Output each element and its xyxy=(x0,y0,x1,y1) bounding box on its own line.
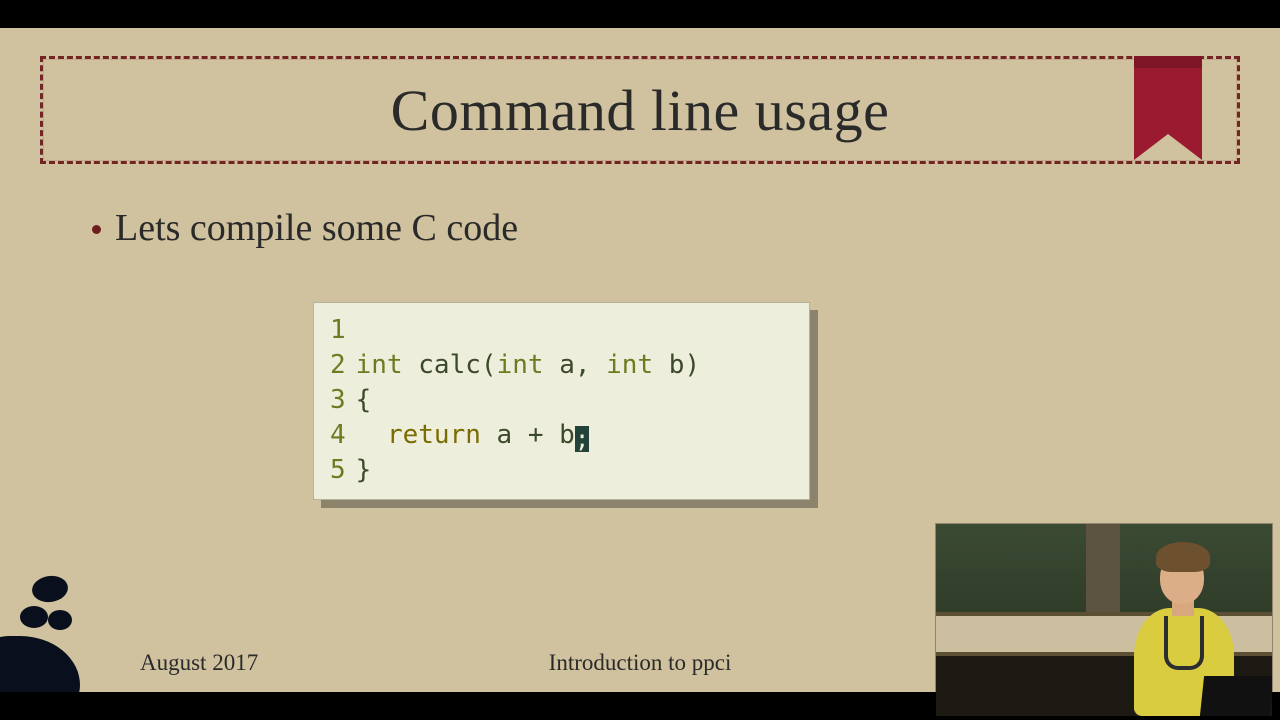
code-ident: b xyxy=(669,350,685,380)
line-number: 4 xyxy=(330,420,346,450)
code-punct: { xyxy=(356,385,372,415)
code-punct: + xyxy=(528,420,544,450)
line-number: 2 xyxy=(330,350,346,380)
code-punct: , xyxy=(575,350,591,380)
laptop xyxy=(1200,676,1272,716)
bookmark-ribbon-icon xyxy=(1132,56,1204,172)
title-frame: Command line usage xyxy=(40,56,1240,164)
line-number: 1 xyxy=(330,315,346,345)
code-ident: b xyxy=(559,420,575,450)
line-number: 3 xyxy=(330,385,346,415)
bullet-item: Lets compile some C code xyxy=(92,206,518,250)
line-number: 5 xyxy=(330,455,346,485)
board-divider xyxy=(1086,524,1120,612)
code-ident: a xyxy=(497,420,513,450)
code-punct: } xyxy=(356,455,372,485)
slide-title: Command line usage xyxy=(391,77,890,144)
code-keyword: int xyxy=(606,350,653,380)
code-keyword: int xyxy=(356,350,403,380)
code-function: calc xyxy=(418,350,481,380)
bullet-dot-icon xyxy=(92,225,101,234)
code-sample: 1 2int calc(int a, int b) 3{ 4 return a … xyxy=(313,302,810,500)
speaker-camera-overlay xyxy=(936,524,1272,716)
code-box: 1 2int calc(int a, int b) 3{ 4 return a … xyxy=(313,302,810,500)
speaker-lanyard xyxy=(1164,616,1204,670)
code-keyword: return xyxy=(387,420,481,450)
text-cursor-icon: ; xyxy=(575,426,589,452)
stage: Command line usage Lets compile some C c… xyxy=(0,0,1280,720)
code-keyword: int xyxy=(497,350,544,380)
code-ident: a xyxy=(559,350,575,380)
speaker-hair xyxy=(1156,542,1210,572)
code-punct: ) xyxy=(684,350,700,380)
code-punct: ( xyxy=(481,350,497,380)
bullet-text: Lets compile some C code xyxy=(115,206,518,250)
